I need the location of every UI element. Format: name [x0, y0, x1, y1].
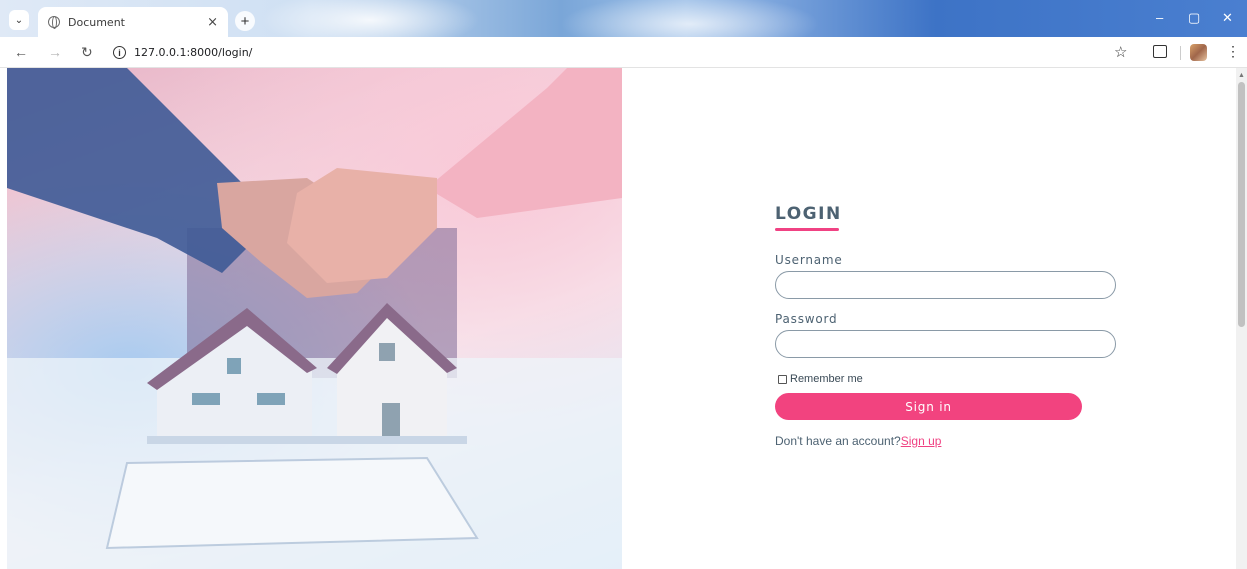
handshake-house-illustration [7, 68, 622, 569]
house-base [147, 436, 467, 444]
address-bar[interactable]: 127.0.0.1:8000/login/ [134, 46, 252, 59]
username-input[interactable] [775, 271, 1116, 299]
left-sleeve [7, 68, 267, 273]
minimize-icon[interactable]: – [1156, 10, 1163, 25]
page-viewport: LOGIN Username Password Remember me Sign… [0, 68, 1236, 569]
bookmark-star-icon[interactable]: ☆ [1114, 43, 1127, 61]
remember-me-checkbox[interactable] [778, 374, 787, 384]
signup-prompt-text: Don't have an account? [775, 434, 901, 448]
forward-arrow-icon[interactable]: → [48, 44, 62, 60]
toolbar-divider [1180, 46, 1181, 60]
username-label: Username [775, 253, 843, 267]
heading-underline [775, 228, 839, 231]
tabbar-background-cloud [260, 0, 480, 37]
extensions-icon[interactable] [1153, 45, 1167, 58]
house-left-window [257, 393, 285, 405]
remember-me-row: Remember me [775, 373, 1120, 385]
signup-prompt-line: Don't have an account?Sign up [775, 434, 1120, 448]
house-right-door [382, 403, 400, 438]
right-sleeve [427, 68, 622, 218]
globe-icon [48, 16, 60, 29]
house-left-window [227, 358, 241, 374]
tab-search-chevron-icon[interactable]: ⌄ [9, 10, 29, 30]
house-left-window [192, 393, 220, 405]
browser-tab[interactable]: Document × [38, 7, 228, 37]
remember-me-label: Remember me [790, 373, 863, 385]
tab-title: Document [68, 15, 125, 29]
house-right-window [379, 343, 395, 361]
site-info-icon[interactable]: i [113, 46, 126, 59]
tab-close-icon[interactable]: × [207, 15, 218, 30]
login-form: LOGIN Username Password Remember me Sign… [775, 204, 1120, 448]
new-tab-icon[interactable]: + [235, 11, 255, 31]
sign-up-link[interactable]: Sign up [901, 434, 942, 448]
profile-avatar[interactable] [1190, 44, 1207, 61]
reload-icon[interactable]: ↻ [81, 44, 93, 61]
tabbar-background-cloud [560, 0, 820, 37]
sign-in-button[interactable]: Sign in [775, 393, 1082, 420]
password-input[interactable] [775, 330, 1116, 358]
hero-image [7, 68, 622, 569]
restore-icon[interactable]: ▢ [1188, 10, 1200, 26]
back-arrow-icon[interactable]: ← [14, 44, 28, 60]
password-label: Password [775, 312, 838, 326]
login-heading: LOGIN [775, 204, 842, 224]
browser-toolbar: ← → ↻ i 127.0.0.1:8000/login/ ☆ ⋮ [0, 37, 1247, 68]
menu-kebab-icon[interactable]: ⋮ [1226, 43, 1240, 60]
scrollbar-thumb[interactable] [1238, 82, 1245, 327]
contract-document [105, 456, 479, 550]
close-window-icon[interactable]: ✕ [1222, 10, 1233, 26]
tab-strip: ⌄ Document × + – ▢ ✕ [0, 0, 1247, 37]
scroll-up-arrow-icon[interactable]: ▲ [1238, 72, 1245, 79]
